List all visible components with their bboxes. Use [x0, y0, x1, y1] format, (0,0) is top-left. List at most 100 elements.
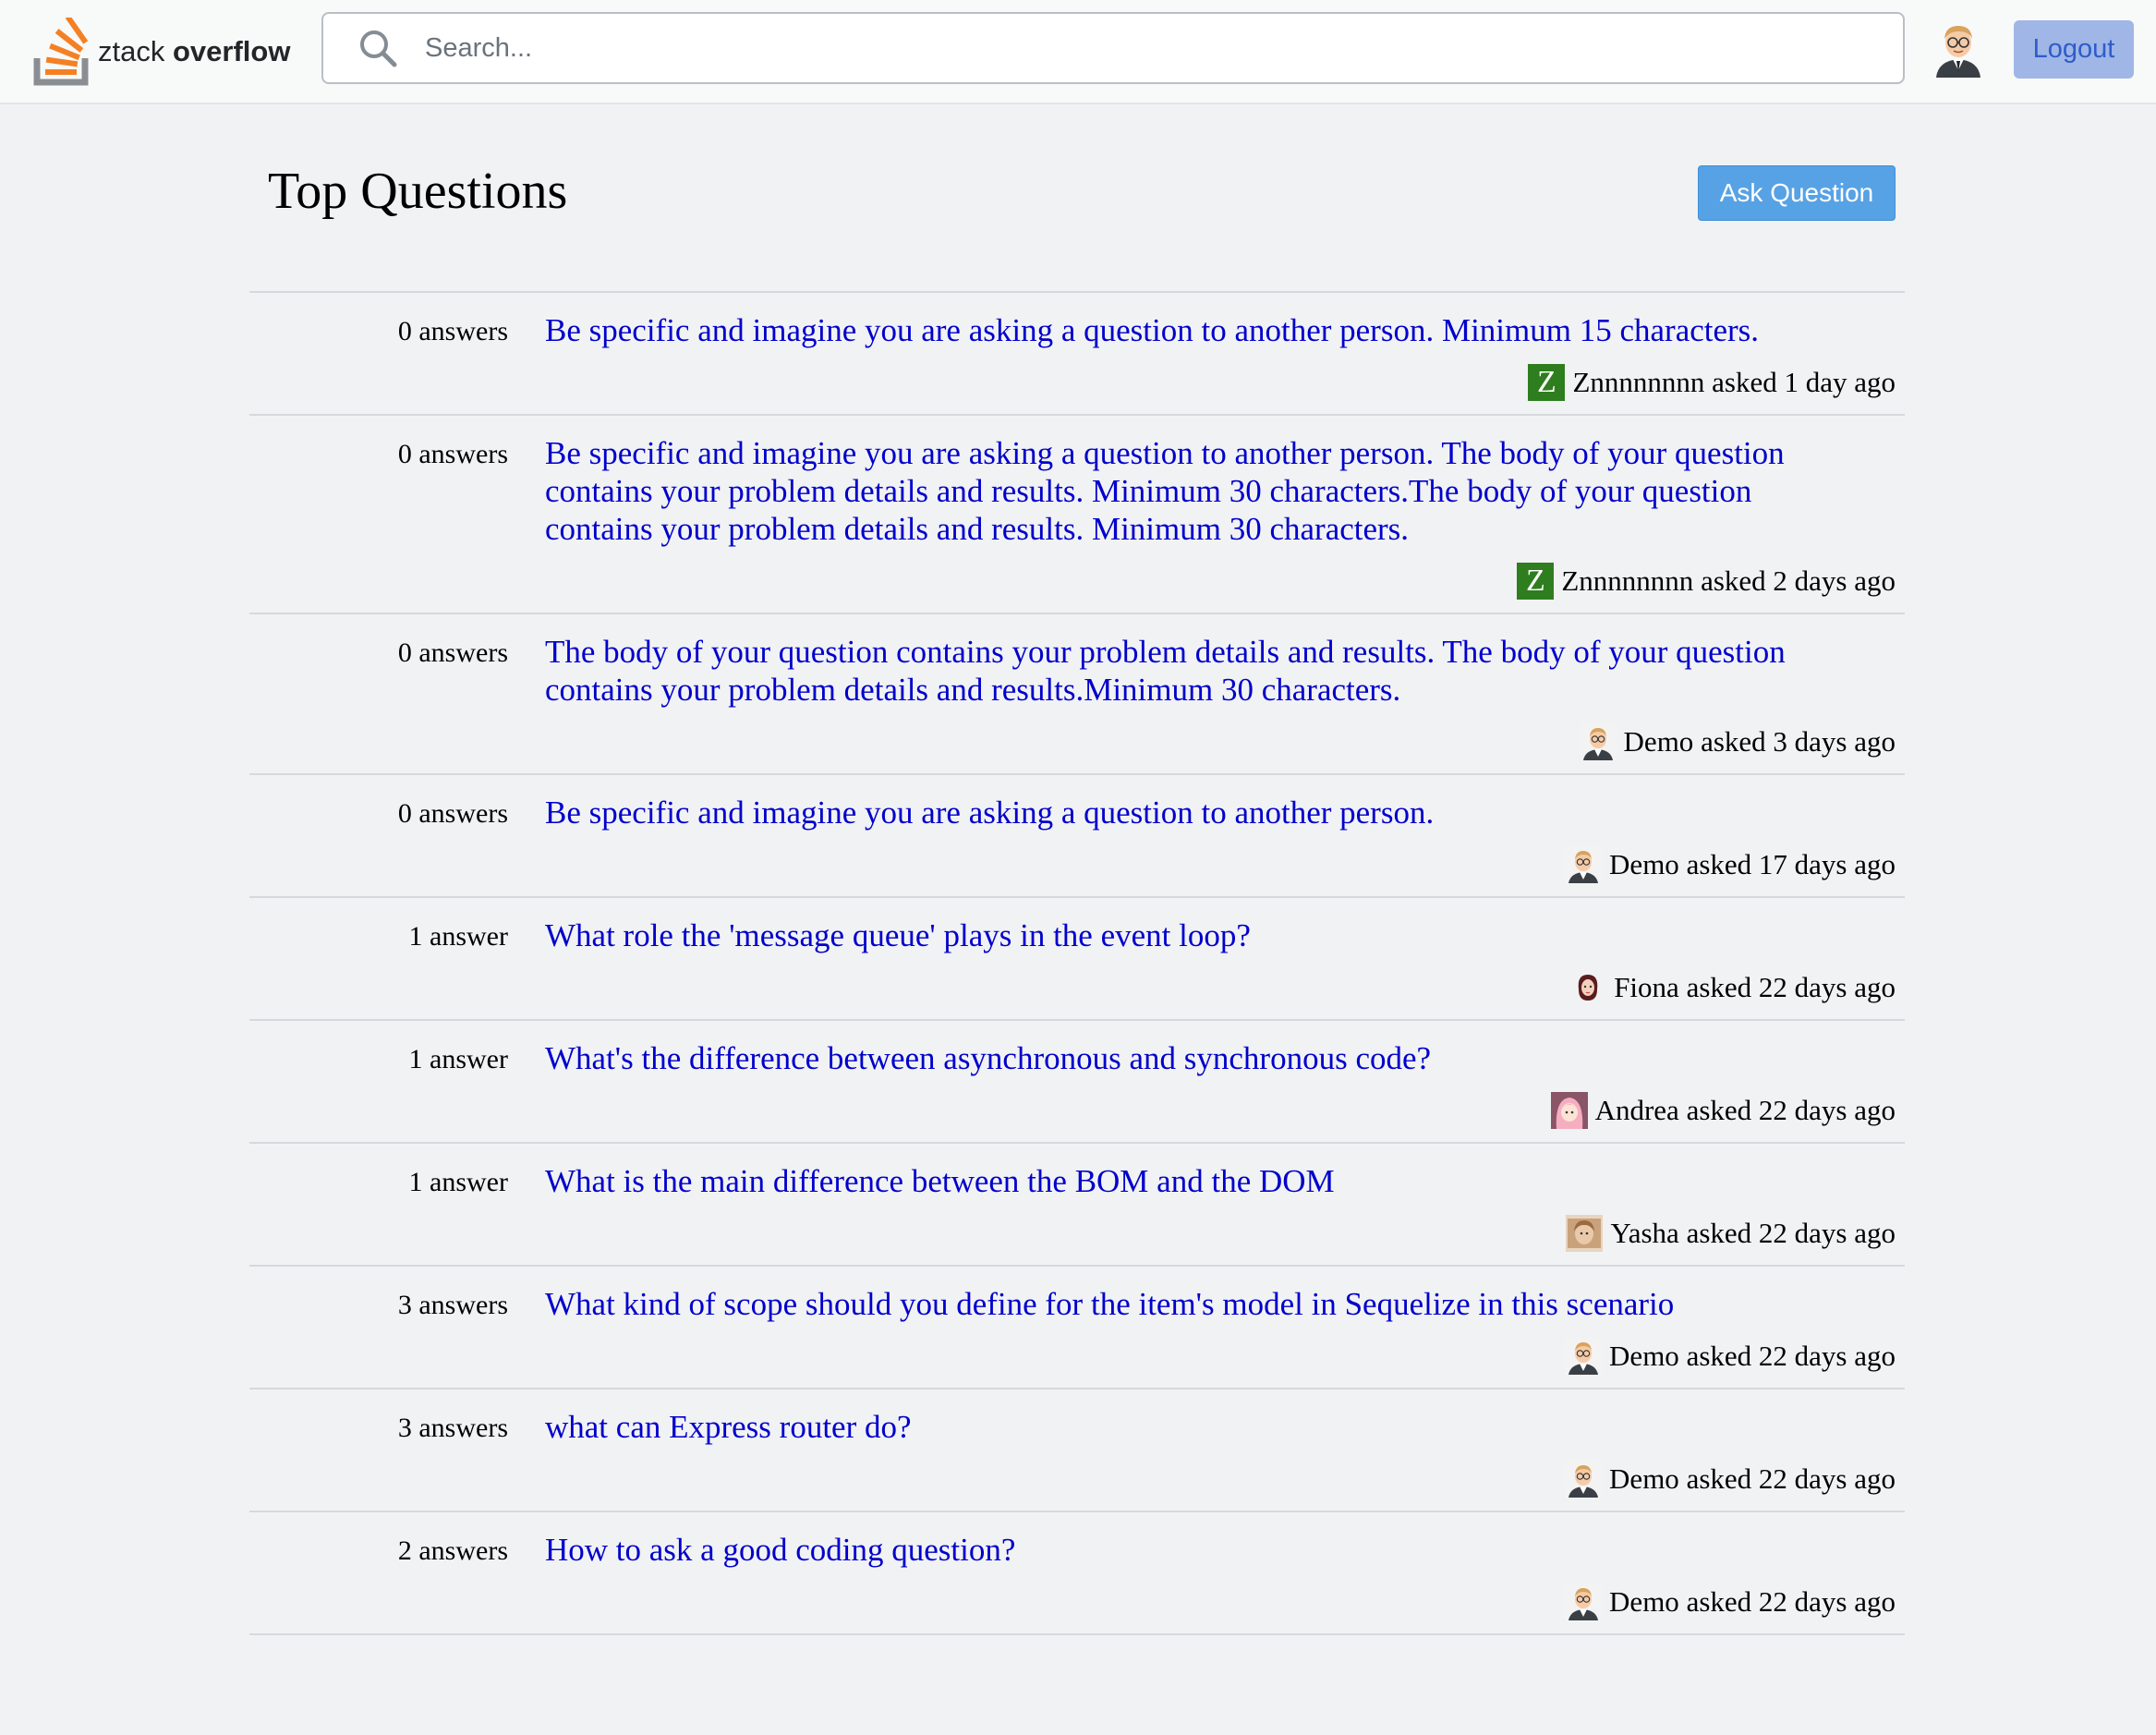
answer-count: 0 answers [397, 439, 508, 469]
asked-time: 22 days ago [1758, 1217, 1896, 1249]
question-list: 0 answers Be specific and imagine you ar… [249, 291, 1905, 1635]
pink-hair-avatar [1550, 1092, 1588, 1129]
woman-avatar [1578, 975, 1598, 1001]
man-with-glasses-avatar [1565, 1461, 1603, 1498]
author-name[interactable]: Demo [1609, 1461, 1679, 1498]
author-avatar-slot [1566, 1215, 1610, 1252]
question-meta: Fiona asked 22 days ago [249, 969, 1896, 1006]
asked-time: 22 days ago [1758, 1462, 1896, 1495]
question-meta: Z Znnnnnnnn asked 1 day ago [249, 364, 1896, 401]
question-row: 1 answer What is the main difference bet… [249, 1144, 1905, 1267]
man-with-glasses-avatar [1579, 723, 1617, 760]
answer-count: 0 answers [397, 637, 508, 668]
search-icon [360, 30, 397, 67]
question-row: 0 answers Be specific and imagine you ar… [249, 293, 1905, 416]
man-with-glasses-avatar [1565, 1583, 1603, 1620]
question-title-link[interactable]: How to ask a good coding question? [545, 1531, 1801, 1569]
question-title-link[interactable]: Be specific and imagine you are asking a… [545, 311, 1801, 349]
asked-time: 22 days ago [1758, 971, 1896, 1003]
question-title-link[interactable]: The body of your question contains your … [545, 633, 1801, 709]
asked-time: 17 days ago [1758, 848, 1896, 880]
author-name[interactable]: Znnnnnnnn [1561, 563, 1693, 600]
question-title-link[interactable]: what can Express router do? [545, 1408, 1801, 1446]
author-name[interactable]: Yasha [1610, 1215, 1678, 1252]
answer-count: 1 answer [408, 1044, 508, 1074]
logo[interactable]: ztack overflow [33, 7, 290, 96]
logo-text-bold: overflow [172, 35, 291, 67]
author-name[interactable]: Demo [1609, 1338, 1679, 1375]
author-name[interactable]: Fiona [1614, 969, 1679, 1006]
asked-label: asked [1678, 1094, 1759, 1126]
question-title-link[interactable]: What kind of scope should you define for… [545, 1285, 1801, 1323]
question-row: 0 answers The body of your question cont… [249, 614, 1905, 775]
author-avatar-slot [1565, 1583, 1609, 1620]
question-meta: Demo asked 22 days ago [249, 1461, 1896, 1498]
man-with-glasses-avatar [1565, 1338, 1603, 1375]
question-row: 3 answers what can Express router do? De… [249, 1389, 1905, 1512]
asked-time: 1 day ago [1784, 366, 1896, 398]
asked-time: 2 days ago [1773, 564, 1896, 597]
answer-count: 2 answers [397, 1535, 508, 1566]
logo-text: ztack overflow [98, 35, 290, 68]
photo-avatar [1566, 1215, 1604, 1252]
question-title-link[interactable]: What role the 'message queue' plays in t… [545, 916, 1801, 954]
main-content: Top Questions Ask Question 0 answers Be … [249, 104, 1905, 1635]
answer-count: 0 answers [397, 316, 508, 346]
asked-label: asked [1678, 1585, 1759, 1618]
asked-label: asked [1678, 1340, 1759, 1372]
author-avatar-slot [1565, 1338, 1609, 1375]
author-avatar-slot [1565, 846, 1609, 883]
question-title-link[interactable]: Be specific and imagine you are asking a… [545, 434, 1801, 548]
author-name[interactable]: Znnnnnnnn [1572, 364, 1704, 401]
asked-label: asked [1678, 1217, 1759, 1249]
search-bar [321, 12, 1905, 84]
question-title-link[interactable]: Be specific and imagine you are asking a… [545, 794, 1801, 831]
author-avatar-slot: Z [1517, 563, 1561, 600]
man-with-glasses-avatar[interactable] [1929, 18, 1988, 78]
asked-time: 3 days ago [1773, 725, 1896, 758]
answer-count: 1 answer [408, 921, 508, 952]
letter-avatar: Z [1517, 563, 1555, 600]
asked-label: asked [1704, 366, 1785, 398]
question-meta: Demo asked 3 days ago [249, 723, 1896, 760]
ask-question-button[interactable]: Ask Question [1698, 165, 1896, 221]
question-meta: Demo asked 22 days ago [249, 1583, 1896, 1620]
answer-count: 0 answers [397, 798, 508, 829]
page-header: Top Questions Ask Question [249, 104, 1905, 291]
page-title: Top Questions [268, 163, 568, 220]
author-name[interactable]: Andrea [1595, 1092, 1679, 1129]
author-name[interactable]: Demo [1609, 1583, 1679, 1620]
author-name[interactable]: Demo [1609, 846, 1679, 883]
author-avatar-slot [1565, 1461, 1609, 1498]
author-avatar-slot [1569, 969, 1614, 1006]
top-bar: ztack overflow Logout [0, 0, 2156, 104]
question-meta: Demo asked 17 days ago [249, 846, 1896, 883]
answer-count: 3 answers [397, 1413, 508, 1443]
author-name[interactable]: Demo [1624, 723, 1694, 760]
question-meta: Andrea asked 22 days ago [249, 1092, 1896, 1129]
logo-text-light: ztack [98, 35, 165, 67]
question-row: 3 answers What kind of scope should you … [249, 1267, 1905, 1389]
question-row: 1 answer What role the 'message queue' p… [249, 898, 1905, 1021]
question-title-link[interactable]: What is the main difference between the … [545, 1162, 1801, 1200]
question-row: 0 answers Be specific and imagine you ar… [249, 775, 1905, 898]
asked-time: 22 days ago [1758, 1340, 1896, 1372]
question-meta: Demo asked 22 days ago [249, 1338, 1896, 1375]
search-input[interactable] [423, 19, 1903, 77]
logout-button[interactable]: Logout [2014, 20, 2134, 79]
question-row: 2 answers How to ask a good coding quest… [249, 1512, 1905, 1635]
author-avatar-slot: Z [1528, 364, 1572, 401]
question-title-link[interactable]: What's the difference between asynchrono… [545, 1039, 1801, 1077]
question-meta: Yasha asked 22 days ago [249, 1215, 1896, 1252]
question-row: 0 answers Be specific and imagine you ar… [249, 416, 1905, 614]
question-row: 1 answer What's the difference between a… [249, 1021, 1905, 1144]
asked-label: asked [1678, 848, 1759, 880]
stack-logo-icon [33, 18, 89, 86]
answer-count: 3 answers [397, 1290, 508, 1320]
letter-avatar: Z [1528, 364, 1566, 401]
question-meta: Z Znnnnnnnn asked 2 days ago [249, 563, 1896, 600]
asked-label: asked [1678, 971, 1759, 1003]
man-with-glasses-avatar [1565, 846, 1603, 883]
author-avatar-slot [1550, 1092, 1595, 1129]
answer-count: 1 answer [408, 1167, 508, 1197]
